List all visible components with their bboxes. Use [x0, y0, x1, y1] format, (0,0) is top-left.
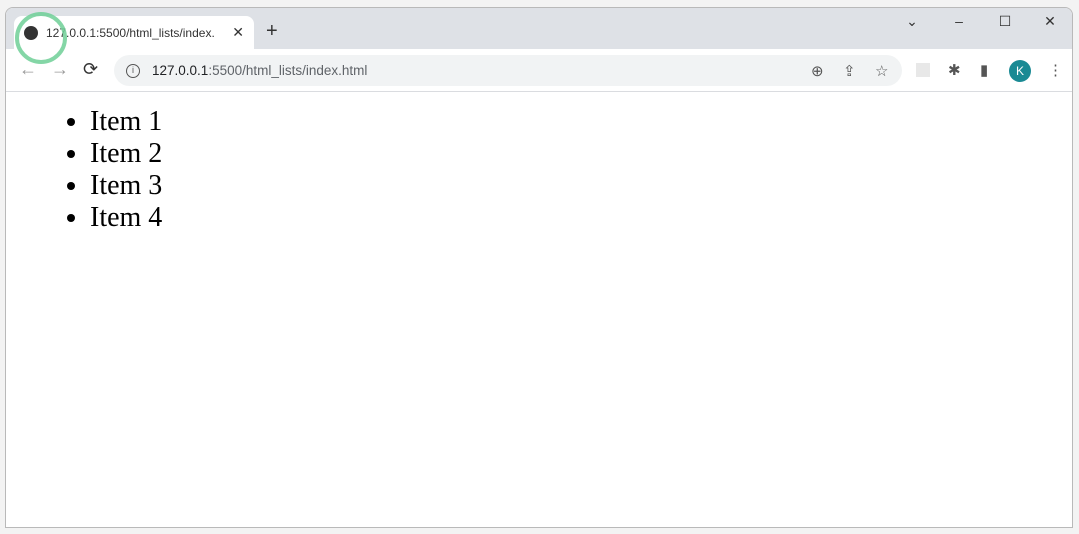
tab-title: 127.0.0.1:5500/html_lists/index.html [46, 25, 214, 40]
menu-icon[interactable]: ⋮ [1048, 61, 1063, 79]
tab-search-button[interactable]: ⌄ [897, 13, 927, 30]
list-item: Item 4 [90, 202, 162, 234]
address-bar[interactable]: i 127.0.0.1:5500/html_lists/index.html ⊕… [114, 55, 902, 86]
watermark-logo-icon [15, 12, 67, 64]
new-tab-button[interactable]: + [266, 20, 278, 43]
site-info-icon[interactable]: i [126, 63, 140, 78]
close-window-button[interactable]: ✕ [1035, 13, 1065, 30]
browser-window: 127.0.0.1:5500/html_lists/index.html ✕ +… [5, 7, 1073, 528]
list-item: Item 1 [90, 106, 162, 138]
minimize-button[interactable]: – [944, 13, 974, 29]
url-text[interactable]: 127.0.0.1:5500/html_lists/index.html [152, 63, 367, 78]
extension-icon[interactable] [916, 63, 930, 77]
maximize-button[interactable]: ☐ [990, 13, 1020, 30]
item-list: Item 1 Item 2 Item 3 Item 4 [90, 106, 162, 234]
tab-close-icon[interactable]: ✕ [232, 24, 244, 41]
page-content: Item 1 Item 2 Item 3 Item 4 [6, 93, 1072, 527]
url-path: :5500/html_lists/index.html [208, 63, 368, 78]
list-item: Item 3 [90, 170, 162, 202]
tab-strip: 127.0.0.1:5500/html_lists/index.html ✕ +… [6, 8, 1072, 49]
list-item: Item 2 [90, 138, 162, 170]
profile-avatar[interactable]: K [1009, 60, 1031, 82]
url-host: 127.0.0.1 [152, 63, 209, 78]
side-panel-icon[interactable]: ▮ [980, 61, 988, 79]
extensions-puzzle-icon[interactable]: ✱ [948, 61, 961, 79]
forward-button[interactable]: → [51, 59, 69, 80]
zoom-icon[interactable]: ⊕ [811, 62, 824, 80]
reload-button[interactable]: ⟳ [83, 59, 98, 80]
toolbar: ← → ⟳ i 127.0.0.1:5500/html_lists/index.… [6, 49, 1072, 92]
bookmark-star-icon[interactable]: ☆ [875, 62, 888, 80]
share-icon[interactable]: ⇪ [843, 62, 856, 80]
